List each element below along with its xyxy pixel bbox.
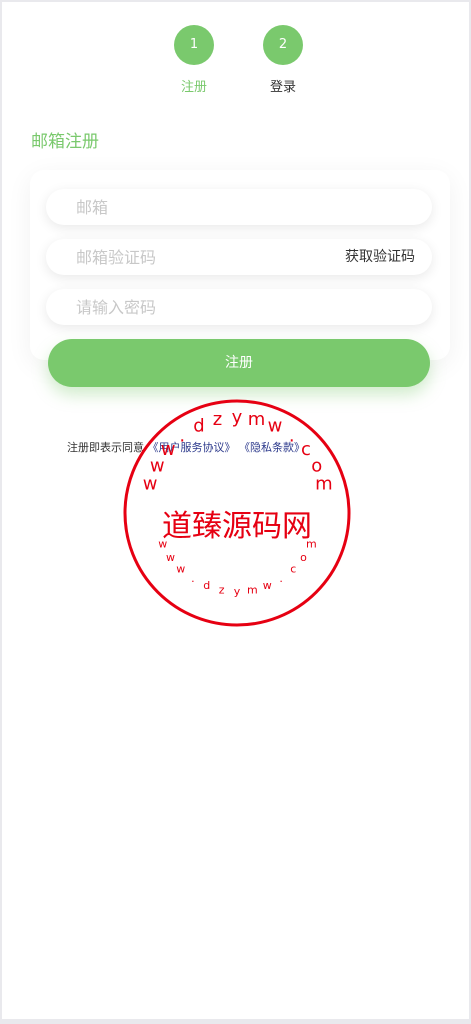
email-input[interactable]	[76, 189, 336, 225]
stamp-ring-letter: o	[300, 551, 307, 564]
stamp-ring-letter: z	[213, 409, 222, 430]
stamp-center-text: 道臻源码网	[162, 509, 312, 544]
get-code-button[interactable]: 获取验证码	[345, 239, 415, 275]
register-button[interactable]: 注册	[48, 339, 430, 387]
stamp-ring-letter: w	[143, 474, 158, 495]
section-title: 邮箱注册	[31, 132, 99, 152]
stamp-ring-letter: c	[290, 563, 296, 576]
stamp-ring-bottom-text: www.d z y m w.com	[158, 538, 316, 598]
stamp-ring-letter: .	[279, 572, 283, 585]
code-field-wrapper: 获取验证码	[46, 239, 432, 275]
stamp-ring-letter: w	[263, 579, 272, 592]
password-input[interactable]	[76, 289, 336, 325]
stamp-ring-letter: c	[301, 439, 311, 460]
email-code-input[interactable]	[76, 239, 336, 275]
stamp-ring-letter: w	[176, 563, 185, 576]
stamp-ring-letter: y	[232, 407, 243, 428]
stamp-ring-top-text: www. d z y m w .com	[143, 407, 333, 495]
step-2-circle: 2	[263, 25, 303, 65]
page: 1 注册 2 登录 邮箱注册 获取验证码 注册 注册即表示同意 《用户服务协议》…	[2, 2, 469, 1019]
password-field-wrapper	[46, 289, 432, 325]
email-field-wrapper	[46, 189, 432, 225]
stamp-ring-letter: w	[268, 415, 283, 436]
stamp-ring-letter: .	[179, 426, 185, 447]
step-1-label: 注册	[180, 80, 207, 95]
stamp-ring-letter: m	[247, 584, 258, 597]
stamp-ring-letter: m	[248, 409, 266, 430]
watermark-stamp: 道臻源码网 www. d z y m w .com www.d z y m w.com	[123, 399, 351, 627]
stamp-ring-letter: y	[234, 585, 241, 598]
step-2-label: 登录	[269, 80, 296, 95]
stamp-ring-letter: m	[315, 474, 333, 495]
stamp-ring-letter: d	[203, 579, 210, 592]
step-1-circle: 1	[174, 25, 214, 65]
stamp-ring-letter: w	[158, 538, 167, 551]
stamp-ring-letter: z	[219, 584, 225, 597]
stamp-ring-letter: .	[191, 572, 195, 585]
step-login: 2 登录	[253, 25, 313, 95]
stamp-ring-letter: w	[161, 439, 176, 460]
stamp-ring-letter: m	[306, 538, 317, 551]
stamp-ring-letter: d	[193, 415, 204, 436]
stamp-ring-letter: w	[166, 551, 175, 564]
step-register: 1 注册	[164, 25, 224, 95]
stamp-ring-letter: .	[289, 426, 295, 447]
